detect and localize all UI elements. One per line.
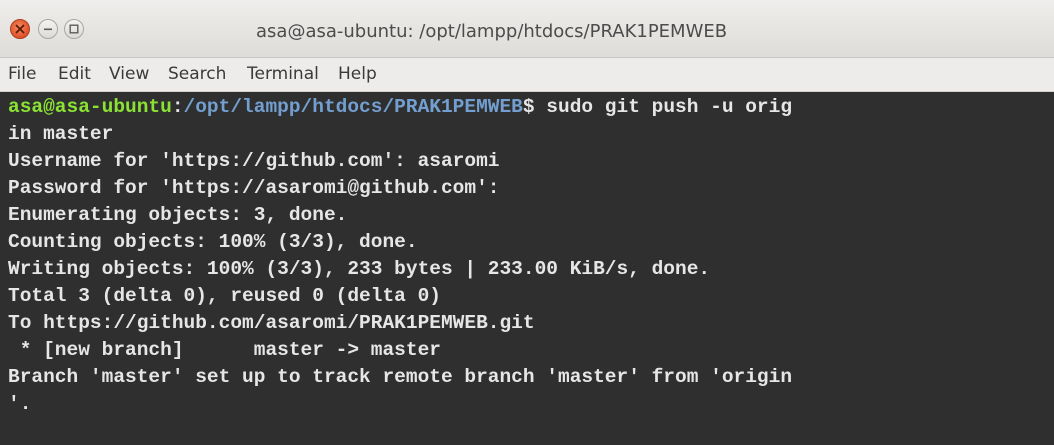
output-line: Branch 'master' set up to track remote b… xyxy=(8,366,793,388)
menu-terminal[interactable]: Terminal xyxy=(247,64,319,84)
close-icon xyxy=(15,24,25,34)
menu-help[interactable]: Help xyxy=(338,64,377,84)
maximize-icon xyxy=(69,24,79,34)
prompt-command: sudo git push -u orig xyxy=(534,96,793,118)
prompt-line: asa@asa-ubuntu:/opt/lampp/htdocs/PRAK1PE… xyxy=(8,94,792,121)
output-line: in master xyxy=(8,123,114,145)
minimize-button[interactable] xyxy=(38,19,58,39)
close-button[interactable] xyxy=(10,19,30,39)
menu-view[interactable]: View xyxy=(109,64,149,84)
prompt-symbol: $ xyxy=(522,96,535,118)
prompt-path: /opt/lampp/htdocs/PRAK1PEMWEB xyxy=(183,96,523,118)
output-line: Counting objects: 100% (3/3), done. xyxy=(8,231,418,253)
menu-edit[interactable]: Edit xyxy=(58,64,91,84)
terminal-window: asa@asa-ubuntu: /opt/lampp/htdocs/PRAK1P… xyxy=(0,0,1054,445)
output-line: Enumerating objects: 3, done. xyxy=(8,204,348,226)
output-line: To https://github.com/asaromi/PRAK1PEMWE… xyxy=(8,312,535,334)
menu-bar: File Edit View Search Terminal Help xyxy=(0,58,1054,92)
menu-file[interactable]: File xyxy=(8,64,36,84)
prompt-separator: : xyxy=(171,96,184,118)
output-line: * [new branch] master -> master xyxy=(8,339,441,361)
output-line: Password for 'https://asaromi@github.com… xyxy=(8,177,500,199)
window-title: asa@asa-ubuntu: /opt/lampp/htdocs/PRAK1P… xyxy=(256,21,728,42)
minimize-icon xyxy=(44,28,52,31)
output-line: Username for 'https://github.com': asaro… xyxy=(8,150,500,172)
maximize-button[interactable] xyxy=(64,19,84,39)
output-line: Writing objects: 100% (3/3), 233 bytes |… xyxy=(8,258,711,280)
title-bar[interactable]: asa@asa-ubuntu: /opt/lampp/htdocs/PRAK1P… xyxy=(0,0,1054,58)
output-line: '. xyxy=(8,393,32,415)
prompt-user-host: asa@asa-ubuntu xyxy=(8,96,172,118)
output-line: Total 3 (delta 0), reused 0 (delta 0) xyxy=(8,285,441,307)
menu-search[interactable]: Search xyxy=(168,64,226,84)
terminal-output[interactable]: asa@asa-ubuntu:/opt/lampp/htdocs/PRAK1PE… xyxy=(0,92,1054,445)
